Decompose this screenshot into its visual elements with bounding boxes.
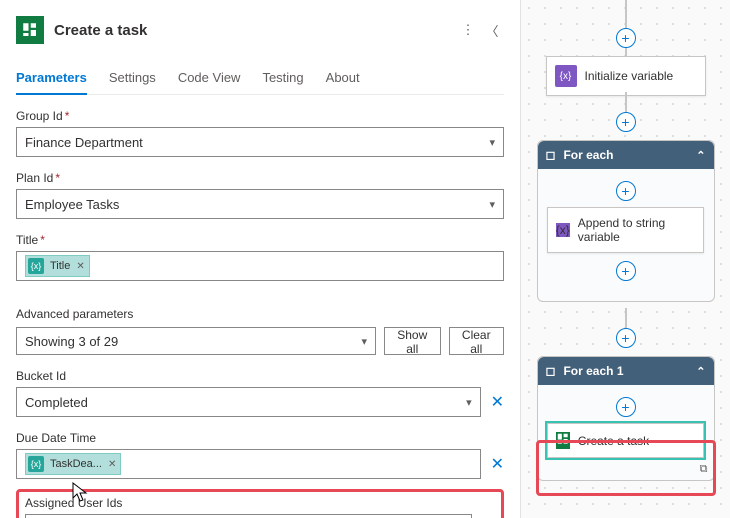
advanced-params-select[interactable]: Showing 3 of 29 ▾ — [16, 327, 376, 355]
title-label: Title* — [16, 233, 504, 247]
loop-icon: ◻ — [546, 364, 556, 378]
insert-step-button[interactable]: + — [616, 397, 636, 417]
due-date-label: Due Date Time — [16, 431, 504, 445]
show-all-button[interactable]: Show all — [384, 327, 441, 355]
tab-code-view[interactable]: Code View — [178, 64, 241, 94]
clear-bucket-icon[interactable]: ✕ — [491, 392, 504, 412]
assigned-user-ids-highlight: Assigned User Ids {x} Assigned... ✕ ✕ — [16, 489, 504, 518]
fx-icon: {x} — [28, 258, 44, 274]
insert-step-button[interactable]: + — [616, 28, 636, 48]
insert-step-button[interactable]: + — [616, 181, 636, 201]
remove-token-icon[interactable]: ✕ — [108, 459, 116, 470]
bucket-id-value: Completed — [25, 395, 88, 410]
title-input[interactable]: {x} Title ✕ — [16, 251, 504, 281]
more-icon[interactable]: ⋮ — [456, 18, 480, 42]
node-append-to-string[interactable]: {x} Append to string variable — [547, 207, 704, 253]
tab-about[interactable]: About — [326, 64, 360, 94]
chevron-down-icon: ▾ — [489, 198, 495, 211]
group-id-label: Group Id* — [16, 109, 504, 123]
chevron-down-icon: ▾ — [466, 396, 472, 409]
assigned-input[interactable]: {x} Assigned... ✕ — [25, 514, 472, 518]
tab-parameters[interactable]: Parameters — [16, 64, 87, 95]
plan-id-value: Employee Tasks — [25, 197, 119, 212]
insert-step-button[interactable]: + — [616, 328, 636, 348]
fx-icon: {x} — [28, 456, 44, 472]
due-date-token[interactable]: {x} TaskDea... ✕ — [25, 453, 121, 475]
advanced-heading: Advanced parameters — [16, 307, 504, 321]
clear-all-button[interactable]: Clear all — [449, 327, 504, 355]
chevron-up-icon: ⌃ — [696, 365, 705, 378]
bucket-id-select[interactable]: Completed ▾ — [16, 387, 481, 417]
group-id-value: Finance Department — [25, 135, 143, 150]
bucket-id-label: Bucket Id — [16, 369, 504, 383]
plan-id-select[interactable]: Employee Tasks ▾ — [16, 189, 504, 219]
group-id-select[interactable]: Finance Department ▾ — [16, 127, 504, 157]
variable-icon: {x} — [556, 223, 570, 237]
plan-id-label: Plan Id* — [16, 171, 504, 185]
title-token[interactable]: {x} Title ✕ — [25, 255, 90, 277]
insert-step-button[interactable]: + — [616, 261, 636, 281]
planner-app-icon — [16, 16, 44, 44]
tab-testing[interactable]: Testing — [262, 64, 303, 94]
create-task-highlight — [536, 440, 716, 496]
loop-icon: ◻ — [546, 148, 556, 162]
node-initialize-variable[interactable]: {x} Initialize variable — [546, 56, 706, 96]
assigned-label: Assigned User Ids — [25, 496, 495, 510]
tab-settings[interactable]: Settings — [109, 64, 156, 94]
collapse-icon[interactable]: 〈 — [480, 18, 504, 42]
node-for-each[interactable]: ◻ For each ⌃ + {x} Append to string vari… — [537, 140, 715, 302]
due-date-input[interactable]: {x} TaskDea... ✕ — [16, 449, 481, 479]
chevron-up-icon: ⌃ — [696, 149, 705, 162]
chevron-down-icon: ▾ — [361, 335, 367, 348]
insert-step-button[interactable]: + — [616, 112, 636, 132]
chevron-down-icon: ▾ — [489, 136, 495, 149]
variable-icon: {x} — [555, 65, 577, 87]
card-title: Create a task — [54, 22, 456, 39]
advanced-showing: Showing 3 of 29 — [25, 334, 118, 349]
clear-due-date-icon[interactable]: ✕ — [491, 454, 504, 474]
remove-token-icon[interactable]: ✕ — [76, 261, 84, 272]
